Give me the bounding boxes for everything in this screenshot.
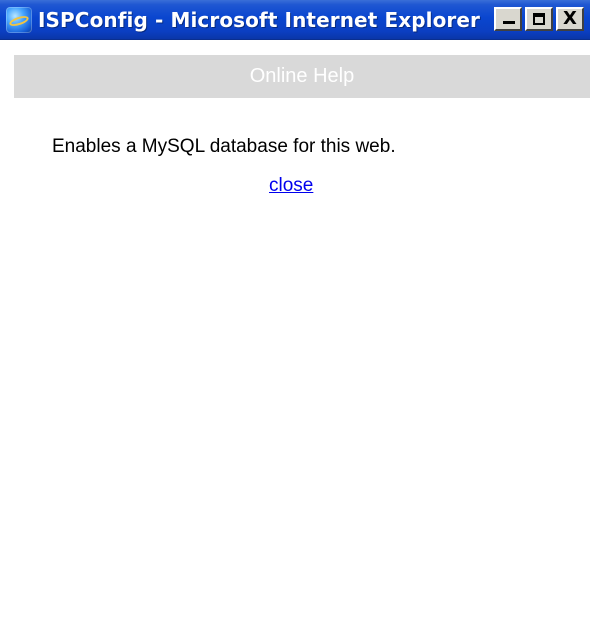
close-link[interactable]: close — [269, 174, 313, 198]
title-bar[interactable]: ISPConfig - Microsoft Internet Explorer … — [0, 0, 590, 40]
maximize-icon — [533, 13, 545, 25]
close-icon: X — [563, 8, 577, 29]
page-content — [0, 40, 590, 629]
window-controls: X — [494, 7, 584, 31]
close-window-button[interactable]: X — [556, 7, 584, 31]
browser-window: ISPConfig - Microsoft Internet Explorer … — [0, 0, 590, 629]
minimize-icon — [503, 21, 515, 24]
minimize-button[interactable] — [494, 7, 522, 31]
help-description: Enables a MySQL database for this web. — [52, 136, 396, 157]
help-header-bar: Online Help — [14, 55, 590, 98]
window-title: ISPConfig - Microsoft Internet Explorer — [38, 7, 481, 32]
internet-explorer-icon — [6, 6, 32, 33]
help-header-title: Online Help — [249, 65, 355, 87]
maximize-button[interactable] — [525, 7, 553, 31]
